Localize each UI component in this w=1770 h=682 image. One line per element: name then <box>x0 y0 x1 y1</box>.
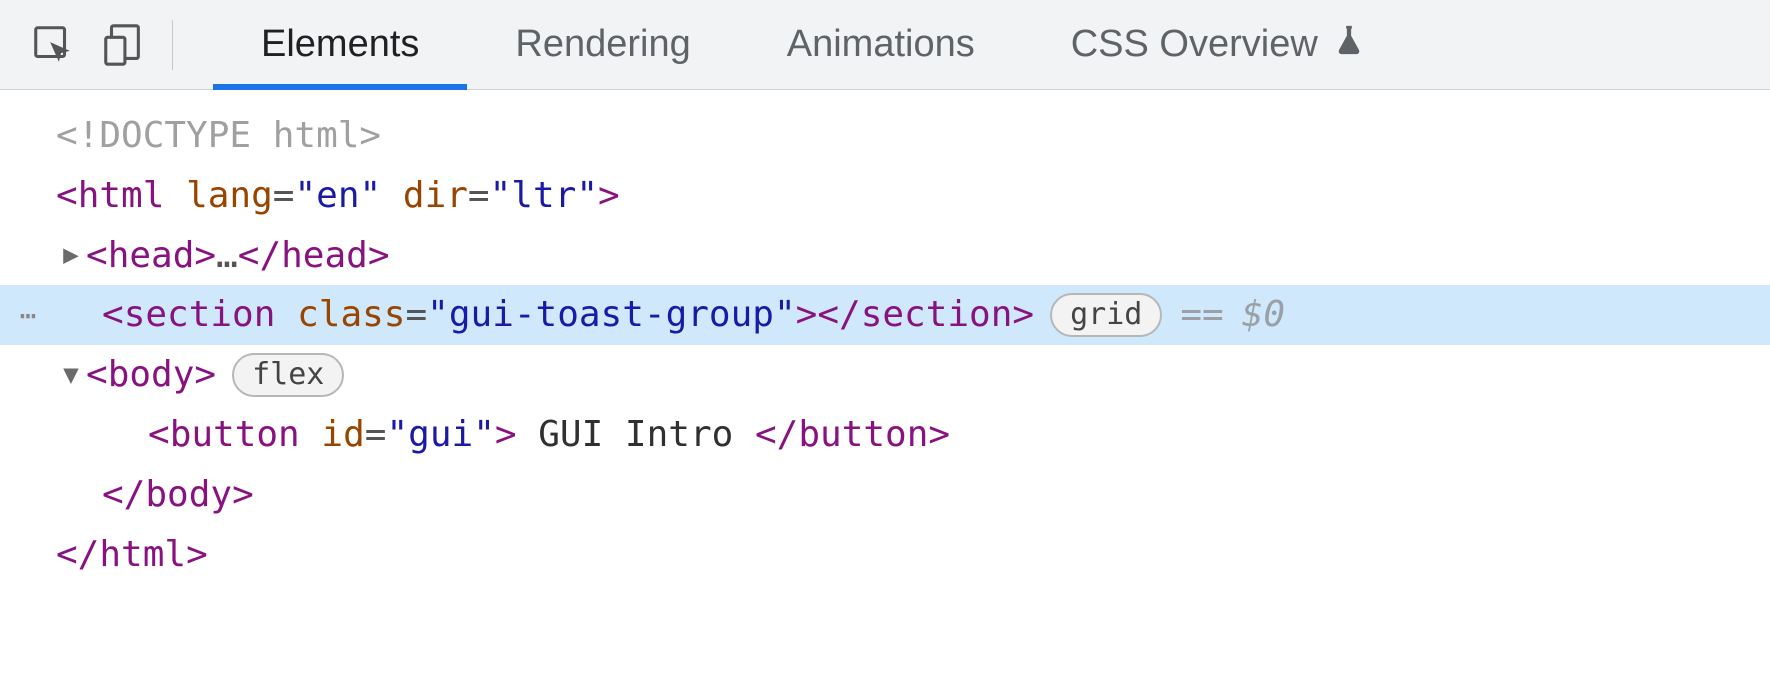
dom-body-open[interactable]: ▼ <body> flex <box>0 345 1770 405</box>
tab-elements[interactable]: Elements <box>213 0 467 89</box>
expand-arrow-expanded-icon[interactable]: ▼ <box>56 355 86 395</box>
tab-label: Elements <box>261 23 419 66</box>
layout-badge-grid[interactable]: grid <box>1050 293 1162 337</box>
tab-label: Rendering <box>515 23 690 66</box>
tab-label: Animations <box>787 23 975 66</box>
dom-button[interactable]: <button id="gui"> GUI Intro </button> <box>0 405 1770 465</box>
layout-badge-flex[interactable]: flex <box>232 353 344 397</box>
dom-html-open[interactable]: <html lang="en" dir="ltr"> <box>0 166 1770 226</box>
dom-head[interactable]: ▶ <head>…</head> <box>0 226 1770 286</box>
selected-eq: == <box>1180 287 1223 343</box>
tab-rendering[interactable]: Rendering <box>467 0 738 89</box>
tab-css-overview[interactable]: CSS Overview <box>1023 0 1414 89</box>
tab-label: CSS Overview <box>1071 23 1318 66</box>
dom-body-close[interactable]: </body> <box>0 465 1770 525</box>
selected-ref: $0 <box>1242 287 1285 343</box>
toolbar-divider <box>172 20 173 70</box>
flask-icon <box>1332 23 1366 67</box>
tabs: Elements Rendering Animations CSS Overvi… <box>213 0 1414 89</box>
dom-section-selected[interactable]: ⋯ <section class="gui-toast-group"></sec… <box>0 285 1770 345</box>
toolbar-icons <box>30 22 172 68</box>
more-actions-icon[interactable]: ⋯ <box>0 294 56 337</box>
doctype-text: <!DOCTYPE html> <box>56 108 381 164</box>
device-toolbar-icon[interactable] <box>100 22 146 68</box>
dom-tree: <!DOCTYPE html> <html lang="en" dir="ltr… <box>0 90 1770 584</box>
devtools-toolbar: Elements Rendering Animations CSS Overvi… <box>0 0 1770 90</box>
dom-html-close[interactable]: </html> <box>0 525 1770 585</box>
inspect-element-icon[interactable] <box>30 22 76 68</box>
dom-doctype[interactable]: <!DOCTYPE html> <box>0 106 1770 166</box>
expand-arrow-collapsed-icon[interactable]: ▶ <box>56 235 86 275</box>
tab-animations[interactable]: Animations <box>739 0 1023 89</box>
